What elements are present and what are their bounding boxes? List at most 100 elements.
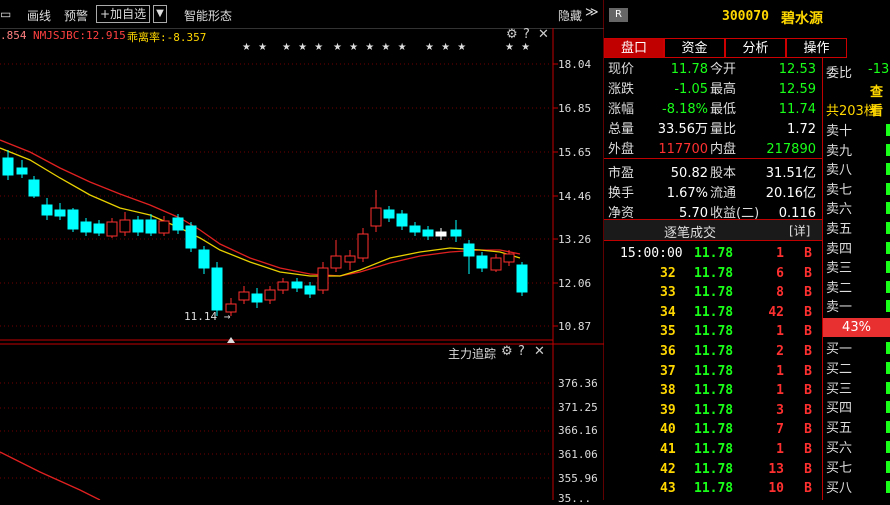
sell-level-bar: [886, 241, 890, 254]
trade-price: 11.78: [694, 383, 734, 399]
candle-body: [476, 255, 488, 269]
trade-volume: 10: [768, 481, 784, 497]
buy-level-bar: [886, 441, 890, 453]
quote-label: 今开: [710, 62, 737, 77]
trade-price: 11.78: [694, 344, 734, 359]
trade-seq: 43: [660, 481, 676, 497]
weibi-value: -13: [868, 62, 889, 77]
price-tick: 10.87: [558, 320, 592, 333]
quote-value: 12.59: [778, 82, 816, 98]
tab-operation[interactable]: 操作: [786, 38, 847, 58]
trades-detail-link[interactable]: [详]: [789, 222, 810, 239]
trade-seq: 33: [660, 285, 676, 301]
candle-body: [106, 221, 118, 237]
sell-level-bar: [886, 163, 890, 176]
trades-header: 逐笔成交 [详]: [604, 220, 822, 241]
sell-level-label: 卖八: [826, 163, 853, 179]
quote-label: 涨幅: [608, 102, 635, 118]
price-tick: 14.46: [558, 190, 592, 203]
trade-side: B: [804, 363, 812, 379]
main-force-line: [0, 451, 101, 500]
candle-body: [357, 233, 369, 259]
candle-body: [198, 249, 210, 269]
sell-level-label: 卖二: [826, 280, 853, 296]
tab-pankou[interactable]: 盘口: [604, 38, 664, 58]
buy-level-label: 买二: [826, 361, 853, 377]
candle-body: [450, 229, 462, 237]
candle-body: [158, 220, 170, 234]
quote-row: 涨跌 -1.05 最高 12.59: [604, 80, 822, 100]
trade-row: 36 11.78 2 B: [604, 344, 820, 364]
sell-level-bar: [886, 300, 890, 313]
candle-body: [396, 213, 408, 227]
quote-label: 量比: [710, 122, 737, 138]
sell-level-bar: [886, 124, 890, 136]
sub-close-icon[interactable]: ✕: [534, 344, 545, 359]
candle-body: [277, 281, 289, 291]
sell-level-bar: [886, 280, 890, 293]
sell-level-label: 卖三: [826, 261, 853, 277]
buy-level-bar: [886, 460, 890, 473]
stock-code: 300070: [722, 9, 769, 24]
buy-level-bar: [886, 401, 890, 414]
sub-gear-icon[interactable]: ⚙: [501, 344, 513, 359]
trade-volume: 13: [768, 461, 784, 477]
trade-price: 11.78: [694, 461, 734, 477]
candle-body: [330, 255, 342, 269]
low-price-value: 11.14: [184, 310, 218, 323]
trade-seq: 42: [660, 461, 676, 477]
trade-row: 40 11.78 7 B: [604, 422, 820, 442]
buy-level-label: 买八: [826, 480, 853, 496]
sub-tick: 366.16: [558, 424, 598, 437]
sub-help-icon[interactable]: ?: [518, 344, 525, 359]
trade-volume: 8: [776, 285, 784, 301]
trade-side: B: [804, 324, 812, 340]
tab-funds[interactable]: 资金: [664, 38, 725, 58]
price-tick: 12.06: [558, 277, 592, 290]
sub-tick-partial: 35...: [558, 492, 592, 505]
price-tick: 13.26: [558, 233, 592, 246]
quote-value: 12.53: [778, 62, 816, 77]
sub-tick: 376.36: [558, 377, 598, 390]
buy-level-label: 买四: [826, 401, 853, 417]
trade-seq: 32: [660, 265, 676, 281]
sell-level-bar: [886, 261, 890, 274]
quote-row: 涨幅 -8.18% 最低 11.74: [604, 100, 822, 120]
quote-label: 最高: [710, 82, 737, 98]
sell-level-bar: [886, 202, 890, 215]
candle-body: [422, 229, 434, 237]
candle-body: [516, 264, 528, 293]
trade-volume: 1: [776, 246, 784, 261]
candle-body: [54, 209, 66, 217]
trade-row: 39 11.78 3 B: [604, 403, 820, 423]
total-levels: 共203档: [826, 104, 877, 119]
buy-sell-ratio-bar: 43%: [823, 318, 890, 337]
kline-chart[interactable]: [0, 0, 604, 500]
price-tick: 16.85: [558, 102, 592, 115]
quote-value: -8.18%: [662, 102, 708, 118]
tab-analysis[interactable]: 分析: [725, 38, 786, 58]
candle-body: [435, 231, 447, 237]
trade-row: 41 11.78 1 B: [604, 442, 820, 462]
quote-label: 总量: [608, 122, 635, 138]
trade-row: 34 11.78 42 B: [604, 305, 820, 325]
trade-row: 38 11.78 1 B: [604, 383, 820, 403]
sell-level-bar: [886, 182, 890, 195]
trade-seq: 37: [660, 363, 676, 379]
quote-value: 11.74: [778, 102, 816, 118]
ma-red-line: [0, 139, 521, 277]
buy-level-bar: [886, 361, 890, 374]
trade-side: B: [804, 285, 812, 301]
trade-row: 32 11.78 6 B: [604, 266, 820, 286]
buy-level-bar: [886, 342, 890, 354]
candle-body: [409, 225, 421, 233]
quote-label: 最低: [710, 102, 737, 118]
quote-label: 涨跌: [608, 82, 635, 98]
trade-side: B: [804, 246, 812, 261]
sell-level-bar: [886, 143, 890, 156]
trade-volume: 6: [776, 265, 784, 281]
trade-price: 11.78: [694, 304, 734, 320]
buy-level-bar: [886, 480, 890, 493]
trade-row: 15:00:00 11.78 1 B: [604, 246, 820, 266]
arrow-right-icon: →: [217, 310, 231, 323]
